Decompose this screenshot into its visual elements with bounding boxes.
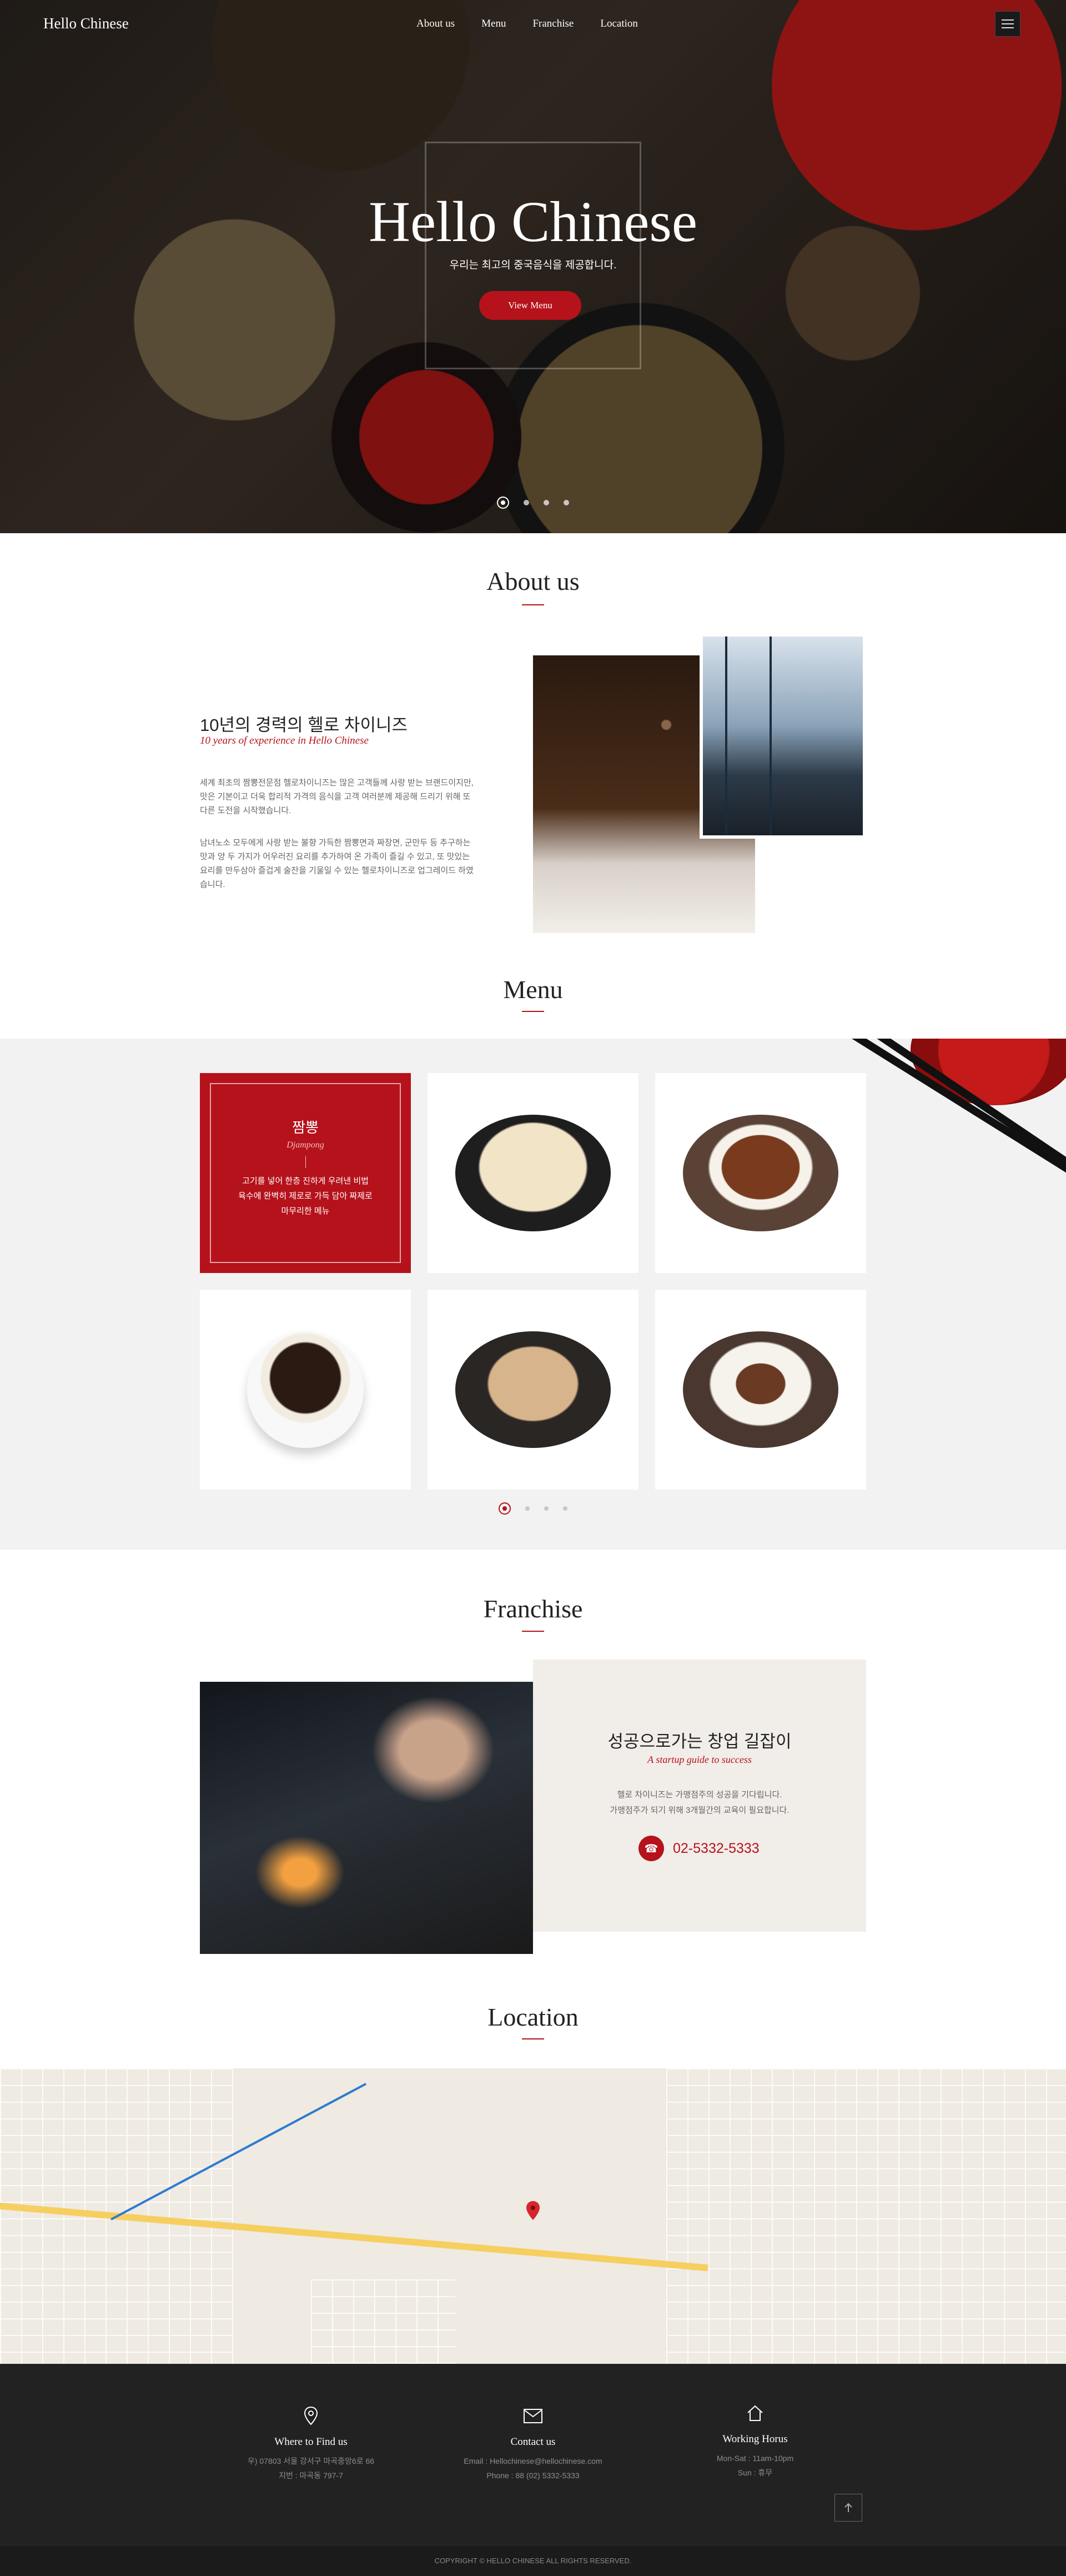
arrow-up-icon <box>844 2503 852 2512</box>
location-pin-icon <box>200 2405 422 2427</box>
menu-slider-dots <box>0 1502 1066 1515</box>
chef-wok-image <box>200 1682 533 1954</box>
menu-card-jjajang-noodles[interactable] <box>200 1290 411 1490</box>
menu-card-featured[interactable]: 짬뽕 Djampong 고기를 넣어 한층 진하게 우려낸 비법 육수에 완벽히… <box>200 1073 411 1273</box>
franchise-phone-number[interactable]: 02-5332-5333 <box>673 1841 760 1857</box>
featured-dish-desc-3: 마무리한 메뉴 <box>281 1206 330 1216</box>
map-city-blocks <box>666 2068 1066 2364</box>
nav-menu-link[interactable]: Menu <box>481 18 506 30</box>
hero-slide-dot-1[interactable] <box>497 497 509 509</box>
hero-subtitle: 우리는 최고의 중국음식을 제공합니다. <box>449 259 617 271</box>
jjajang-noodles-image <box>247 1331 364 1448</box>
copyright: COPYRIGHT © HELLO CHINESE ALL RIGHTS RES… <box>0 2545 1066 2576</box>
hero-slide-dot-2[interactable] <box>524 500 529 505</box>
footer-hours-weekday: Mon-Sat : 11am-10pm <box>716 2454 794 2463</box>
hero-slider-dots <box>0 497 1066 509</box>
hero-title: Hello Chinese <box>368 190 698 254</box>
about-heading-en: 10 years of experience in Hello Chinese <box>200 735 369 746</box>
nav-about-us[interactable]: About us <box>416 18 455 30</box>
chicken-bibimbap-image <box>455 1331 611 1448</box>
menu-card-beef-bibimbap[interactable] <box>655 1290 866 1490</box>
footer-hours-sunday: Sun : 휴무 <box>737 2468 773 2477</box>
map-pin-icon[interactable] <box>526 2201 540 2220</box>
hero-slide-dot-4[interactable] <box>564 500 569 505</box>
location-title-underline <box>522 2038 544 2039</box>
franchise-line-2: 가맹점주가 되기 위해 3개월간의 교육이 필요합니다. <box>610 1806 790 1815</box>
menu-section-title: Menu <box>503 975 563 1004</box>
envelope-icon <box>422 2405 644 2427</box>
featured-dish-name: 짬뽕 <box>292 1119 319 1136</box>
menu-slide-dot-4[interactable] <box>563 1506 567 1511</box>
home-icon <box>644 2402 866 2424</box>
location-section-title: Location <box>487 2003 579 2031</box>
footer-contact-column: Contact us Email : Hellochinese@hellochi… <box>422 2405 644 2483</box>
bulgogi-rice-bowl-image <box>683 1115 838 1231</box>
footer-contact-title: Contact us <box>510 2436 556 2448</box>
featured-dish-desc-2: 육수에 완벽히 제로로 가득 담아 짜제로 <box>238 1191 373 1201</box>
restaurant-interior-image <box>700 633 866 839</box>
hero-slide-dot-3[interactable] <box>544 500 549 505</box>
franchise-line-1: 헬로 차이니즈는 가맹점주의 성공을 기다립니다. <box>617 1790 782 1800</box>
about-title-underline <box>522 604 544 605</box>
footer-where-column: Where to Find us 우) 07803 서울 강서구 마곡중앙6로 … <box>200 2405 422 2483</box>
map-city-blocks <box>311 2279 455 2364</box>
about-paragraph-1: 세계 최초의 짬뽕전문점 헬로차이니즈는 많은 고객들께 사랑 받는 브랜드이지… <box>200 778 474 815</box>
top-navigation: Hello Chinese About us Menu Franchise Lo… <box>0 0 1066 50</box>
menu-card-fried-dumplings[interactable] <box>428 1073 638 1273</box>
footer-hours-column: Working Horus Mon-Sat : 11am-10pm Sun : … <box>644 2402 866 2480</box>
hero-section: Hello Chinese About us Menu Franchise Lo… <box>0 0 1066 533</box>
fried-dumplings-image <box>455 1115 611 1231</box>
franchise-heading: 성공으로가는 창업 길잡이 <box>607 1732 792 1751</box>
footer-address: 우) 07803 서울 강서구 마곡중앙6로 66 <box>247 2457 375 2465</box>
hero-decorative-frame <box>425 142 641 369</box>
hamburger-menu-icon[interactable] <box>995 11 1020 37</box>
view-menu-button[interactable]: View Menu <box>479 291 581 320</box>
footer-where-title: Where to Find us <box>274 2436 348 2448</box>
menu-slide-dot-1[interactable] <box>499 1502 511 1515</box>
footer-phone[interactable]: Phone : 88 (02) 5332-5333 <box>422 2468 644 2483</box>
franchise-heading-en: A startup guide to success <box>647 1754 752 1765</box>
about-heading: 10년의 경력의 헬로 차이니즈 <box>200 715 408 735</box>
menu-slide-dot-2[interactable] <box>525 1506 530 1511</box>
menu-card-chicken-bibimbap[interactable] <box>428 1290 638 1490</box>
brand-logo[interactable]: Hello Chinese <box>43 15 129 32</box>
nav-location[interactable]: Location <box>600 18 638 30</box>
featured-divider <box>305 1156 306 1168</box>
beef-bibimbap-image <box>683 1331 838 1448</box>
featured-dish-name-en: Djampong <box>286 1140 324 1150</box>
headset-icon: ☎ <box>638 1836 664 1861</box>
about-section-title: About us <box>486 567 580 595</box>
franchise-title-underline <box>522 1631 544 1632</box>
nav-menu: About us Menu Franchise Location <box>416 18 665 30</box>
menu-slide-dot-3[interactable] <box>544 1506 549 1511</box>
footer-hours-title: Working Horus <box>722 2433 788 2445</box>
scroll-to-top-button[interactable] <box>834 2494 862 2522</box>
franchise-phone[interactable]: ☎ 02-5332-5333 <box>638 1836 760 1861</box>
footer-email[interactable]: Email : Hellochinese@hellochinese.com <box>422 2454 644 2468</box>
menu-card-bulgogi-rice-bowl[interactable] <box>655 1073 866 1273</box>
franchise-section-title: Franchise <box>483 1595 583 1623</box>
about-paragraph-2: 남녀노소 모두에게 사랑 받는 볼향 가득한 짬뽕면과 짜장면, 군만두 등 추… <box>200 838 474 889</box>
nav-franchise[interactable]: Franchise <box>532 18 574 30</box>
footer-address-lot: 지번 : 마곡동 797-7 <box>279 2471 343 2480</box>
menu-title-underline <box>522 1011 544 1012</box>
featured-dish-desc-1: 고기를 넣어 한층 진하게 우려낸 비법 <box>242 1176 369 1186</box>
